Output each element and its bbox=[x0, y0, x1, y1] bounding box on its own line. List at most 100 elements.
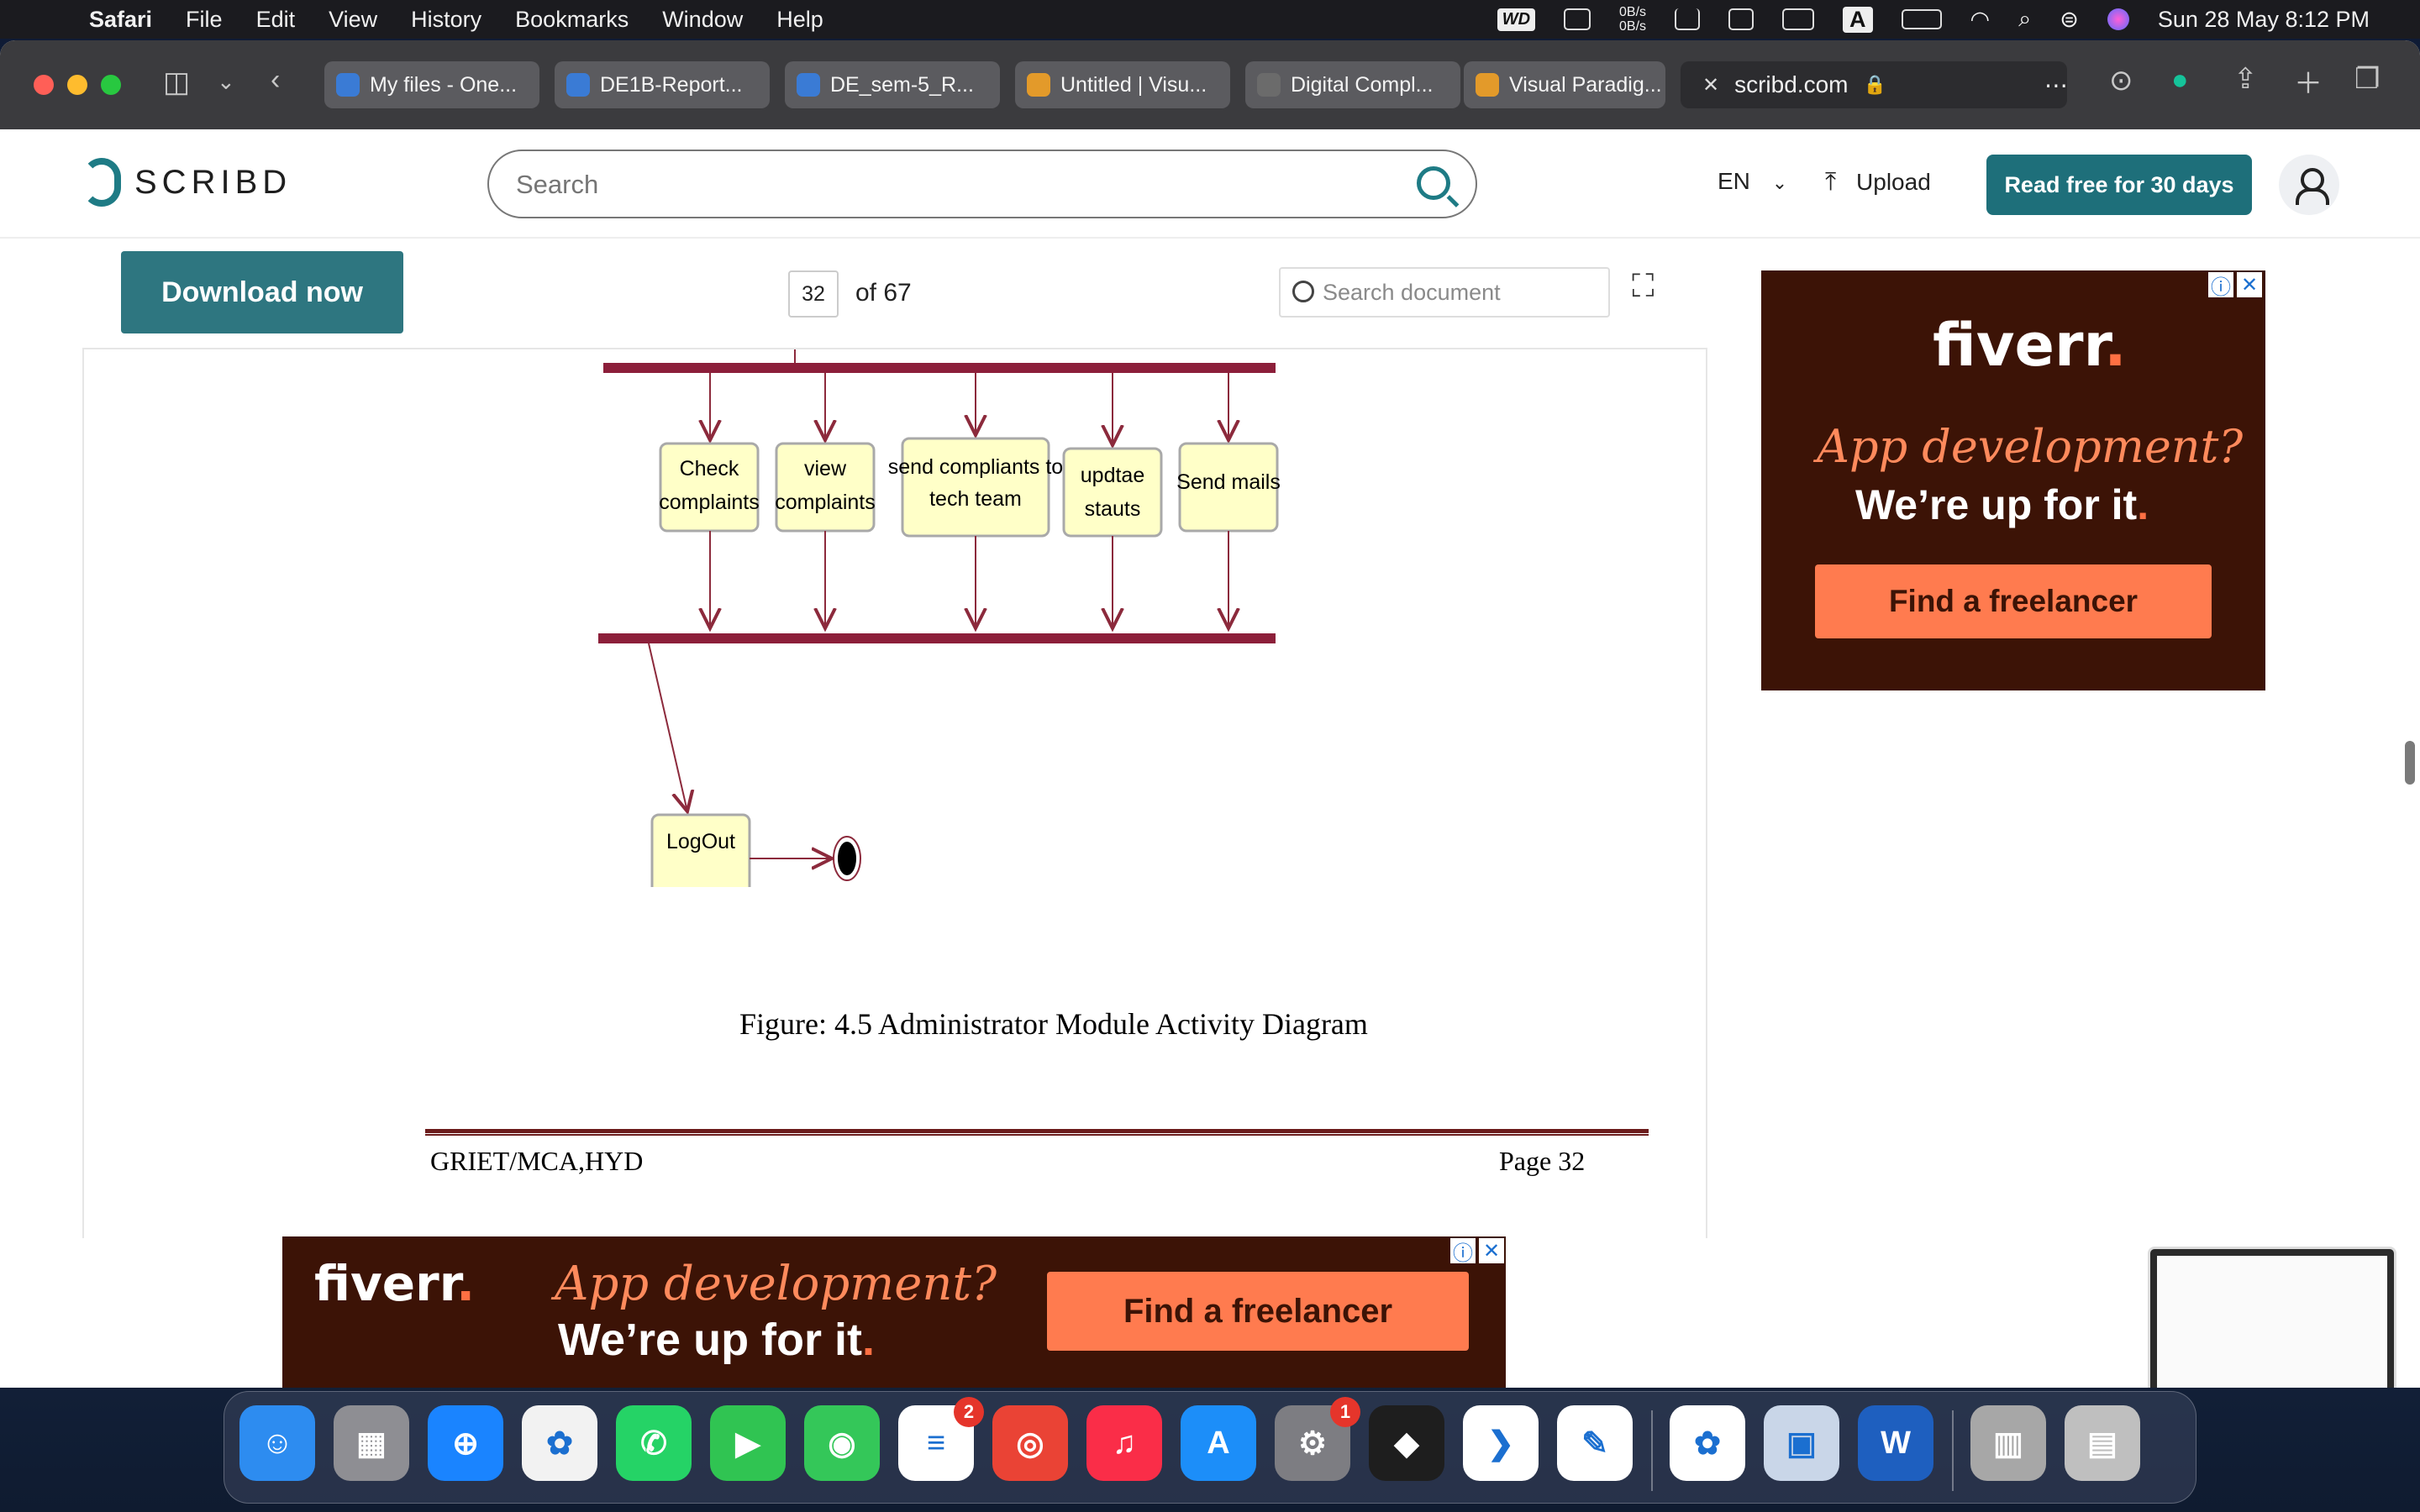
page-scrollbar[interactable] bbox=[2405, 741, 2415, 785]
more-icon[interactable]: ⋯ bbox=[2044, 71, 2068, 99]
tab-digital-compl[interactable]: Digital Compl... bbox=[1245, 61, 1460, 108]
figure-caption: Figure: 4.5 Administrator Module Activit… bbox=[739, 1007, 1368, 1041]
tab-de-sem5[interactable]: DE_sem-5_R... bbox=[785, 61, 1000, 108]
thumbnail-image bbox=[2157, 1256, 2387, 1388]
input-source-icon[interactable]: A bbox=[1843, 6, 1873, 33]
dock-word-icon[interactable]: W bbox=[1858, 1405, 1933, 1481]
tab-my-files[interactable]: My files - One... bbox=[324, 61, 539, 108]
minimize-window-button[interactable] bbox=[67, 75, 87, 95]
ad-cta-button[interactable]: Find a freelancer bbox=[1815, 564, 2212, 638]
share-icon[interactable]: ⇪ bbox=[2233, 62, 2258, 96]
fullscreen-icon[interactable]: ⛶ bbox=[1632, 269, 1655, 305]
search-icon[interactable] bbox=[1417, 166, 1450, 200]
site-search[interactable] bbox=[487, 150, 1477, 218]
grammarly-icon[interactable]: ● bbox=[2171, 64, 2189, 97]
dock-facetime-icon[interactable]: ▶ bbox=[710, 1405, 786, 1481]
footer-rule bbox=[425, 1129, 1649, 1136]
dock-reminders-icon[interactable]: ≡ 2 bbox=[898, 1397, 984, 1481]
menu-file[interactable]: File bbox=[186, 7, 223, 33]
ad-brand: fiverr. bbox=[314, 1255, 476, 1312]
menu-window[interactable]: Window bbox=[662, 7, 743, 33]
sidebar-toggle-icon[interactable]: ◫ bbox=[163, 66, 190, 99]
ad-brand: fiverr. bbox=[1933, 311, 2127, 380]
dock-whatsapp-icon[interactable]: ✆ bbox=[616, 1405, 692, 1481]
spotlight-icon[interactable]: ⌕ bbox=[2018, 6, 2031, 33]
wd-drive-icon[interactable]: WD bbox=[1497, 8, 1536, 31]
tab-label: DE_sem-5_R... bbox=[830, 72, 974, 97]
page-total: of 67 bbox=[855, 279, 912, 307]
wifi-icon[interactable]: ◠ bbox=[1970, 7, 1991, 33]
menu-history[interactable]: History bbox=[411, 7, 481, 33]
menu-bookmarks[interactable]: Bookmarks bbox=[515, 7, 629, 33]
screenshot-thumbnail-preview[interactable] bbox=[2148, 1247, 2396, 1388]
dock-safari-icon[interactable]: ⊕ bbox=[428, 1405, 503, 1481]
window-icon[interactable] bbox=[1782, 8, 1815, 30]
activity-node: view complaints bbox=[775, 373, 876, 628]
dock-find-my-icon[interactable]: ◉ bbox=[804, 1405, 880, 1481]
language-selector[interactable]: EN ⌄ bbox=[1718, 168, 1787, 195]
dock-chrome-icon[interactable]: ◎ bbox=[992, 1405, 1068, 1481]
ad-close-icon[interactable]: ✕ bbox=[2237, 272, 2262, 297]
close-tab-icon[interactable]: ✕ bbox=[1702, 73, 1719, 97]
dock-divider bbox=[1952, 1410, 1954, 1491]
chevron-down-icon[interactable]: ⌄ bbox=[217, 69, 235, 95]
onedrive-favicon-icon bbox=[566, 73, 590, 97]
dock-photos-hd-icon[interactable]: ✿ bbox=[1670, 1405, 1745, 1481]
battery-icon[interactable] bbox=[1901, 9, 1942, 29]
account-icon[interactable] bbox=[2279, 155, 2339, 215]
dock-launchpad-icon[interactable]: ▦ bbox=[334, 1405, 409, 1481]
menu-app-name[interactable]: Safari bbox=[89, 7, 152, 33]
tab-overview-icon[interactable]: ❐ bbox=[2354, 62, 2380, 96]
bottom-advertisement[interactable]: ⓘ ✕ fiverr. App development? We’re up fo… bbox=[282, 1236, 1506, 1388]
logout-label: LogOut bbox=[666, 830, 735, 853]
document-search[interactable]: Search document bbox=[1279, 267, 1610, 318]
tab-visual-paradigm[interactable]: Visual Paradig... bbox=[1464, 61, 1665, 108]
close-window-button[interactable] bbox=[34, 75, 54, 95]
ad-info-icon[interactable]: ⓘ bbox=[2208, 272, 2233, 299]
flow-to-logout bbox=[648, 643, 687, 811]
activity-node: Check complaints bbox=[659, 373, 760, 628]
dock-app-store-icon[interactable]: A bbox=[1181, 1405, 1256, 1481]
control-center-icon[interactable]: ⊜ bbox=[2060, 7, 2079, 33]
menu-edit[interactable]: Edit bbox=[256, 7, 296, 33]
dock-finder-icon[interactable]: ☺ bbox=[239, 1405, 315, 1481]
upload-button[interactable]: ⤒ Upload bbox=[1825, 168, 1931, 197]
zoom-window-button[interactable] bbox=[101, 75, 121, 95]
page-number-input[interactable]: 32 bbox=[788, 270, 839, 318]
dock-vs-code-icon[interactable]: ❯ bbox=[1463, 1405, 1539, 1481]
dock-divider bbox=[1651, 1410, 1653, 1491]
dock-figma-icon[interactable]: ◆ bbox=[1369, 1405, 1444, 1481]
tab-de1b-report[interactable]: DE1B-Report... bbox=[555, 61, 770, 108]
read-free-button[interactable]: Read free for 30 days bbox=[1986, 155, 2252, 215]
dock-music-icon[interactable]: ♫ bbox=[1086, 1405, 1162, 1481]
downloads-icon[interactable]: ⊙ bbox=[2109, 64, 2133, 97]
dock-preview-icon[interactable]: ▣ bbox=[1764, 1405, 1839, 1481]
upload-status-icon[interactable] bbox=[1675, 8, 1701, 30]
siri-icon[interactable] bbox=[2107, 8, 2129, 30]
dock-system-settings-icon[interactable]: ⚙ 1 bbox=[1275, 1397, 1360, 1481]
layout-icon[interactable] bbox=[1728, 8, 1754, 30]
ad-info-icon[interactable]: ⓘ bbox=[1450, 1238, 1476, 1265]
menu-help[interactable]: Help bbox=[776, 7, 823, 33]
ad-cta-button[interactable]: Find a freelancer bbox=[1047, 1272, 1469, 1351]
menu-datetime[interactable]: Sun 28 May 8:12 PM bbox=[2158, 7, 2370, 33]
back-arrow-icon[interactable]: ‹ bbox=[271, 64, 280, 97]
menu-view[interactable]: View bbox=[329, 7, 377, 33]
site-search-input[interactable] bbox=[516, 166, 1356, 203]
dock-xcode-tools-icon[interactable]: ✎ bbox=[1557, 1405, 1633, 1481]
new-tab-icon[interactable]: ＋ bbox=[2294, 60, 2323, 102]
scribd-logo[interactable]: SCRIBD bbox=[82, 158, 292, 207]
footer-left: GRIET/MCA,HYD bbox=[430, 1146, 644, 1176]
activity-label: Send mails bbox=[1176, 470, 1281, 494]
download-status-icon[interactable] bbox=[1564, 8, 1591, 30]
dock-photos-icon[interactable]: ✿ bbox=[522, 1405, 597, 1481]
visual-paradigm-favicon-icon bbox=[1027, 73, 1050, 97]
ad-close-icon[interactable]: ✕ bbox=[1479, 1238, 1504, 1263]
download-now-button[interactable]: Download now bbox=[121, 251, 403, 333]
upload-icon: ⤒ bbox=[1825, 168, 1837, 196]
address-bar[interactable]: ✕ scribd.com 🔒 ⋯ bbox=[1681, 61, 2068, 108]
tab-untitled-visual[interactable]: Untitled | Visu... bbox=[1015, 61, 1230, 108]
dock-archive-icon[interactable]: ▥ bbox=[1970, 1405, 2046, 1481]
dock-trash-icon[interactable]: ▤ bbox=[2065, 1405, 2140, 1481]
side-advertisement[interactable]: ⓘ ✕ fiverr. App development? We’re up fo… bbox=[1761, 270, 2265, 690]
